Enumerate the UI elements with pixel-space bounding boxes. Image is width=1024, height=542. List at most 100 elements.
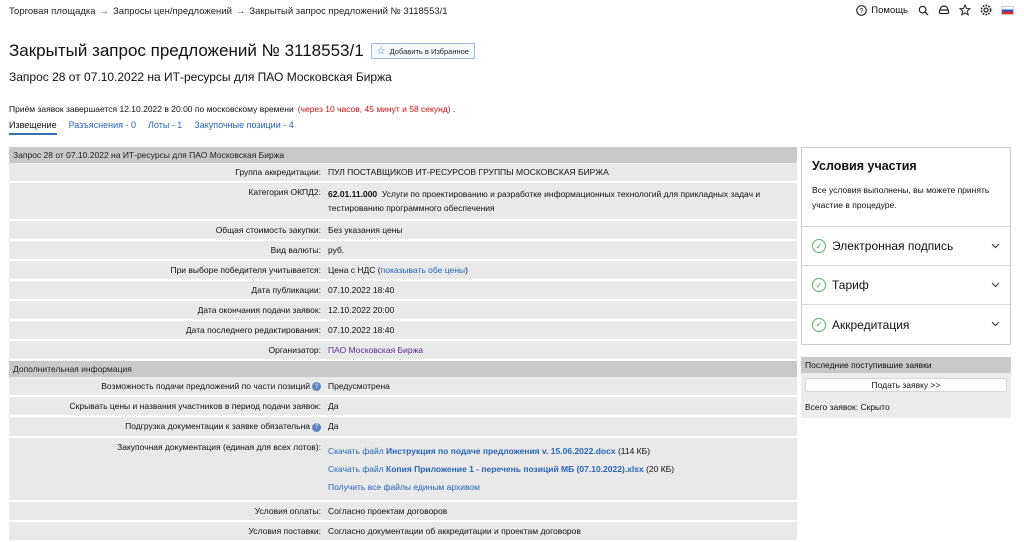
winner-close: ) [465, 265, 468, 275]
detail-value: Предусмотрена [328, 381, 390, 391]
detail-label: Условия оплаты: [254, 505, 321, 516]
add-to-favorites-label: Добавить в Избранное [389, 46, 469, 56]
participation-title: Условия участия [812, 159, 917, 173]
support-icon[interactable] [938, 4, 950, 16]
detail-row: Общая стоимость закупки: Без указания це… [9, 221, 797, 241]
detail-label: Дата последнего редактирования: [185, 325, 321, 335]
detail-label: Категория ОКПД2: [248, 187, 321, 197]
detail-label: Дата окончания подачи заявок: [197, 305, 321, 315]
help-link[interactable]: ? Помощь [855, 4, 908, 16]
tab-positions[interactable]: Закупочные позиции - 4 [194, 120, 293, 135]
recent-bids-body: Подать заявку >> Всего заявок: Скрыто [801, 373, 1011, 418]
show-both-prices-link[interactable]: показывать обе цены [381, 265, 465, 275]
section-header-main: Запрос 28 от 07.10.2022 на ИТ-ресурсы дл… [9, 147, 797, 163]
docs-required-label: Подгрузка документации к заявке обязател… [125, 421, 310, 432]
help-tooltip-icon[interactable]: ? [312, 382, 321, 392]
breadcrumb-separator: → [99, 6, 110, 17]
okpd-description: Услуги по проектированию и разработке ин… [328, 189, 761, 213]
notice-details: Запрос 28 от 07.10.2022 на ИТ-ресурсы дл… [9, 147, 797, 542]
detail-value: Согласно документации об аккредитации и … [328, 525, 581, 536]
page-title: Закрытый запрос предложений № 3118553/1 [9, 41, 364, 60]
file-name[interactable]: Инструкция по подаче предложения v. 15.0… [386, 446, 616, 456]
participation-header: Условия участия Все условия выполнены, в… [802, 148, 1010, 227]
breadcrumb-marketplace[interactable]: Торговая площадка [9, 6, 96, 17]
tab-notice[interactable]: Извещение [9, 120, 57, 135]
tab-lots[interactable]: Лоты - 1 [148, 120, 182, 135]
detail-value: руб. [328, 245, 345, 255]
condition-signature[interactable]: ✓ Электронная подпись [802, 227, 1010, 266]
detail-row: Условия оплаты: Согласно проектам догово… [9, 501, 797, 522]
top-bar: Торговая площадка → Запросы цен/предложени… [0, 0, 1024, 24]
detail-value: Согласно проектам договоров [328, 505, 448, 516]
deadline-text: Приём заявок завершается 12.10.2022 в 20… [9, 104, 294, 114]
detail-value: ПАО Московская Биржа [324, 341, 797, 359]
tab-clarifications[interactable]: Разъяснения - 0 [69, 120, 136, 135]
condition-label: Тариф [832, 278, 869, 292]
okpd-code: 62.01.11.000 [328, 189, 378, 199]
header-actions: ? Помощь [855, 4, 1014, 16]
check-circle-icon: ✓ [812, 317, 826, 332]
chevron-down-icon [991, 241, 1000, 252]
file-name[interactable]: Копия Приложение 1 - перечень позиций МБ… [386, 464, 644, 474]
detail-label: Закупочная документация (единая для всех… [117, 441, 321, 452]
breadcrumb: Торговая площадка → Запросы цен/предложени… [9, 6, 448, 17]
add-to-favorites-button[interactable]: ☆ Добавить в Избранное [370, 43, 475, 59]
check-circle-icon: ✓ [812, 278, 826, 292]
document-item: Получить все файлы единым архивом [328, 478, 793, 496]
partial-label: Возможность подачи предложений по части … [101, 381, 310, 391]
detail-label: Возможность подачи предложений по части … [9, 377, 324, 395]
help-tooltip-icon[interactable]: ? [312, 422, 321, 432]
detail-row: Закупочная документация (единая для всех… [9, 437, 797, 502]
recent-bids-panel: Последние поступившие заявки Подать заяв… [801, 357, 1011, 418]
detail-value: Да [328, 421, 339, 432]
winner-criterion: Цена с НДС ( [328, 265, 381, 275]
title-row: Закрытый запрос предложений № 3118553/1 … [9, 41, 475, 61]
settings-icon[interactable] [980, 4, 992, 16]
detail-label: Организатор: [268, 345, 321, 355]
detail-value: 07.10.2022 18:40 [328, 325, 395, 335]
deadline-period: . [452, 104, 456, 114]
participation-text: Все условия выполнены, вы можете принять… [812, 185, 990, 210]
submit-bid-button[interactable]: Подать заявку >> [805, 378, 1007, 392]
detail-label: Дата публикации: [251, 285, 321, 295]
download-link[interactable]: Скачать файл [328, 464, 384, 474]
search-icon[interactable] [917, 4, 929, 16]
document-item: Скачать файл Копия Приложение 1 - перече… [328, 460, 793, 478]
detail-label: Условия поставки: [248, 525, 321, 536]
detail-value: 12.10.2022 20:00 [328, 305, 395, 315]
detail-row: Дата публикации: 07.10.2022 18:40 [9, 281, 797, 301]
detail-label: Вид валюты: [270, 245, 321, 255]
section-header-additional: Дополнительная информация [9, 361, 797, 377]
detail-row: Возможность подачи предложений по части … [9, 377, 797, 398]
detail-value: Да [328, 401, 339, 412]
file-size: (20 КБ) [646, 463, 675, 474]
breadcrumb-requests[interactable]: Запросы цен/предложений [113, 6, 232, 17]
download-all-link[interactable]: Получить все файлы единым архивом [328, 482, 480, 492]
star-icon[interactable] [959, 4, 971, 16]
detail-row: Подгрузка документации к заявке обязател… [9, 417, 797, 438]
flag-ru-icon[interactable] [1001, 5, 1014, 15]
condition-accreditation[interactable]: ✓ Аккредитация [802, 305, 1010, 344]
detail-value: ПУЛ ПОСТАВЩИКОВ ИТ-РЕСУРСОВ ГРУППЫ МОСКО… [328, 167, 609, 177]
detail-row: Дата последнего редактирования: 07.10.20… [9, 321, 797, 341]
detail-row: Условия поставки: Согласно документации … [9, 521, 797, 542]
condition-label: Аккредитация [832, 317, 910, 332]
detail-row: Организатор: ПАО Московская Биржа [9, 341, 797, 361]
page-subtitle: Запрос 28 от 07.10.2022 на ИТ-ресурсы дл… [9, 70, 392, 84]
detail-row: Дата окончания подачи заявок: 12.10.2022… [9, 301, 797, 321]
svg-text:?: ? [859, 7, 863, 14]
detail-row: При выборе победителя учитывается: Цена … [9, 261, 797, 281]
organizer-link[interactable]: ПАО Московская Биржа [328, 345, 423, 355]
download-link[interactable]: Скачать файл [328, 446, 384, 456]
help-label: Помощь [871, 4, 908, 16]
tab-bar: Извещение Разъяснения - 0 Лоты - 1 Закуп… [9, 120, 294, 135]
detail-row: Группа аккредитации: ПУЛ ПОСТАВЩИКОВ ИТ-… [9, 163, 797, 183]
breadcrumb-separator: → [235, 6, 246, 17]
detail-label: Скрывать цены и названия участников в пе… [69, 401, 321, 412]
condition-tariff[interactable]: ✓ Тариф [802, 266, 1010, 305]
detail-row: Категория ОКПД2: 62.01.11.000 Услуги по … [9, 183, 797, 221]
recent-bids-title: Последние поступившие заявки [801, 357, 1011, 373]
detail-row: Вид валюты: руб. [9, 241, 797, 261]
document-item: Скачать файл Инструкция по подаче предло… [328, 442, 793, 460]
breadcrumb-current: Закрытый запрос предложений № 3118553/1 [249, 6, 448, 17]
